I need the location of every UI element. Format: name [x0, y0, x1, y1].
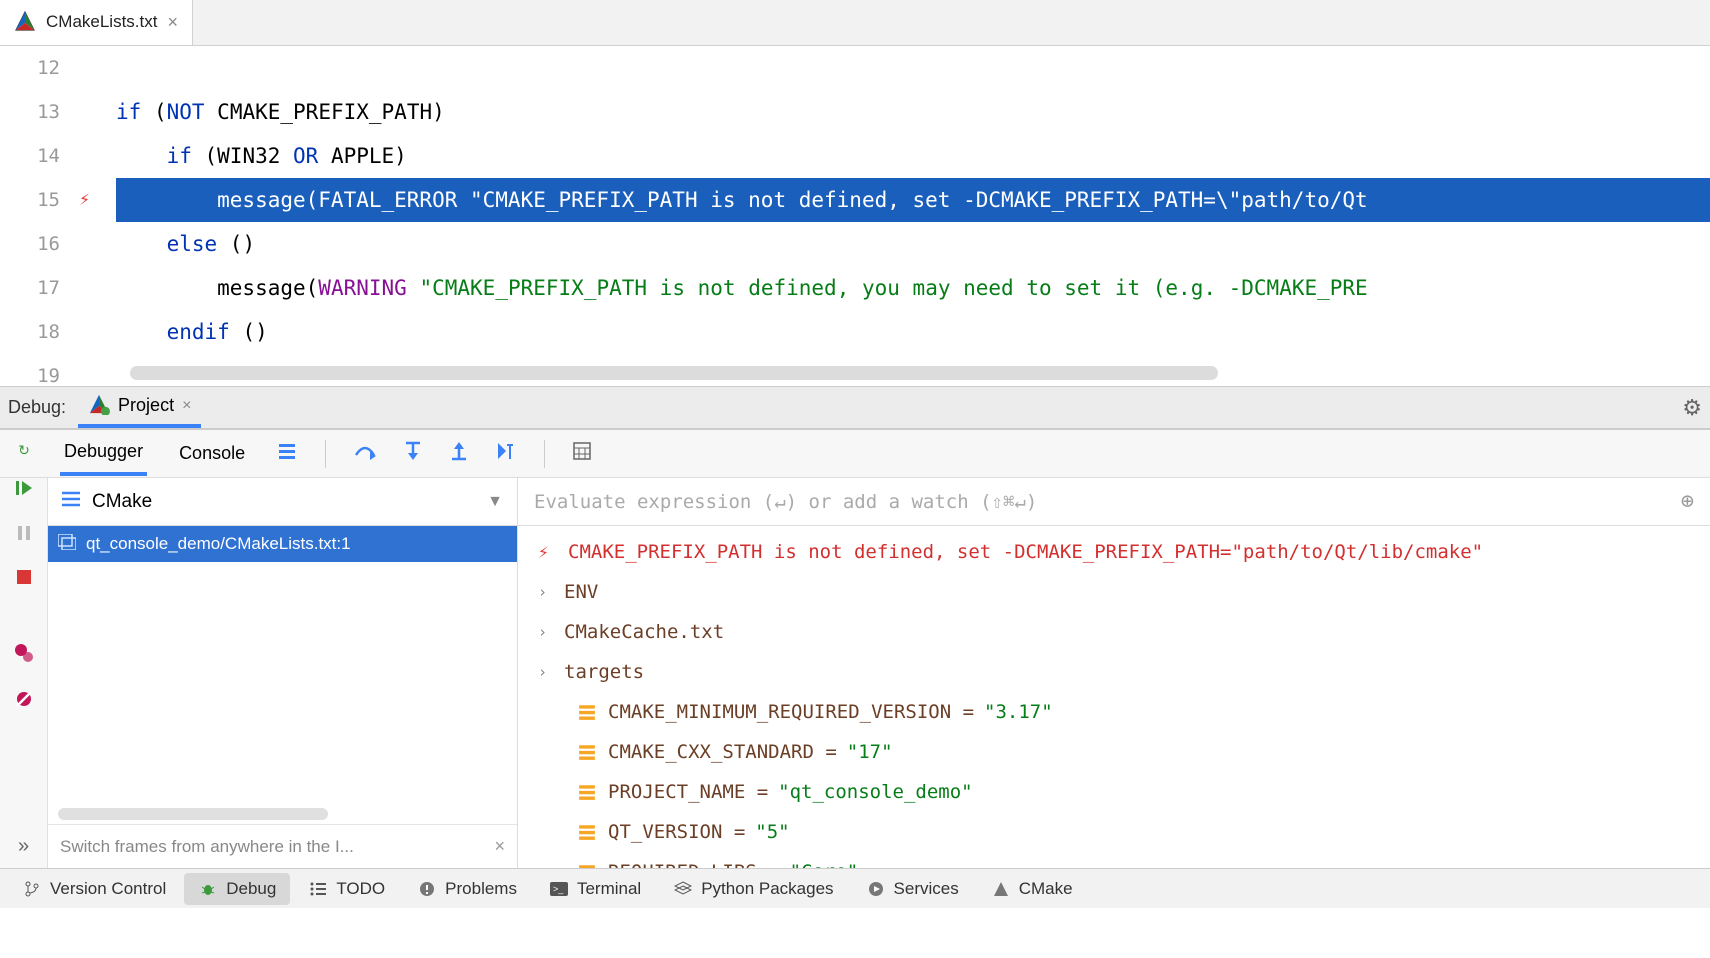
tool-debug[interactable]: Debug — [184, 873, 290, 905]
tool-version-control[interactable]: Version Control — [8, 873, 180, 905]
add-watch-icon[interactable]: ⊕ — [1681, 489, 1694, 514]
bottom-tool-bar: Version Control Debug TODO Problems >_ T… — [0, 868, 1710, 908]
frame-item[interactable]: qt_console_demo/CMakeLists.txt:1 — [48, 526, 517, 562]
stop-icon[interactable] — [16, 568, 32, 591]
stack-icon — [58, 534, 76, 555]
gear-icon[interactable]: ⚙ — [1682, 395, 1702, 421]
horizontal-scrollbar[interactable] — [58, 808, 328, 820]
cmake-icon — [991, 879, 1011, 899]
branch-icon — [22, 879, 42, 899]
tool-services[interactable]: Services — [852, 873, 973, 905]
close-icon[interactable]: × — [494, 836, 505, 857]
view-breakpoints-icon[interactable] — [14, 643, 34, 669]
list-icon — [62, 490, 80, 513]
more-icon[interactable]: » — [18, 835, 29, 858]
code-editor[interactable]: 12131415⚡16171819 if (NOT CMAKE_PREFIX_P… — [0, 46, 1710, 386]
cmake-icon — [14, 10, 36, 35]
tool-python-packages[interactable]: Python Packages — [659, 873, 847, 905]
variable-row[interactable]: CMAKE_CXX_STANDARD = "17" — [518, 732, 1710, 772]
play-icon — [866, 879, 886, 899]
tool-cmake[interactable]: CMake — [977, 873, 1087, 905]
tool-todo[interactable]: TODO — [294, 873, 399, 905]
frames-title: CMake — [92, 491, 475, 513]
tool-problems[interactable]: Problems — [403, 873, 531, 905]
debug-body: » CMake ▼ qt_console_demo/CMakeLists.txt… — [0, 478, 1710, 868]
file-tab[interactable]: CMakeLists.txt × — [0, 0, 193, 45]
svg-text:>_: >_ — [553, 884, 564, 894]
variable-row[interactable]: ›targets — [518, 652, 1710, 692]
editor-tab-bar: CMakeLists.txt × — [0, 0, 1710, 46]
variable-row[interactable]: ›ENV — [518, 572, 1710, 612]
cmake-icon — [88, 393, 110, 418]
variable-row[interactable]: ⚡CMAKE_PREFIX_PATH is not defined, set -… — [518, 532, 1710, 572]
mute-breakpoints-icon[interactable] — [14, 689, 34, 715]
gutter: 12131415⚡16171819 — [0, 46, 100, 386]
threads-icon[interactable] — [277, 441, 297, 467]
tab-title: CMakeLists.txt — [46, 12, 157, 32]
bug-icon — [198, 879, 218, 899]
frames-hint: Switch frames from anywhere in the I... … — [48, 824, 517, 868]
separator — [544, 440, 545, 468]
horizontal-scrollbar[interactable] — [130, 366, 1218, 380]
variable-row[interactable]: ›CMakeCache.txt — [518, 612, 1710, 652]
chevron-down-icon: ▼ — [487, 493, 503, 511]
code-area[interactable]: if (NOT CMAKE_PREFIX_PATH) if (WIN32 OR … — [116, 46, 1710, 386]
run-to-cursor-icon[interactable] — [496, 441, 516, 467]
debug-left-rail: » — [0, 478, 48, 868]
frame-label: qt_console_demo/CMakeLists.txt:1 — [86, 534, 351, 554]
debug-tab-title: Project — [118, 395, 174, 416]
variable-row[interactable]: QT_VERSION = "5" — [518, 812, 1710, 852]
pause-icon[interactable] — [15, 524, 33, 548]
debug-label: Debug: — [8, 397, 66, 418]
separator — [325, 440, 326, 468]
terminal-icon: >_ — [549, 879, 569, 899]
rerun-icon[interactable]: ↻ — [18, 442, 30, 459]
list-icon — [308, 879, 328, 899]
resume-icon[interactable] — [14, 478, 34, 504]
close-icon[interactable]: × — [182, 397, 191, 415]
step-out-icon[interactable] — [450, 441, 468, 467]
debug-toolbar: Debugger Console — [0, 430, 1710, 478]
eval-placeholder: Evaluate expression (↵) or add a watch (… — [534, 491, 1037, 513]
tool-terminal[interactable]: >_ Terminal — [535, 873, 655, 905]
variable-row[interactable]: CMAKE_MINIMUM_REQUIRED_VERSION = "3.17" — [518, 692, 1710, 732]
debug-session-tab[interactable]: Project × — [78, 387, 201, 428]
variables-panel: Evaluate expression (↵) or add a watch (… — [518, 478, 1710, 868]
debug-panel-header: Debug: Project × ⚙ — [0, 386, 1710, 430]
frames-dropdown[interactable]: CMake ▼ — [48, 478, 517, 526]
close-icon[interactable]: × — [167, 12, 178, 33]
variable-row[interactable]: PROJECT_NAME = "qt_console_demo" — [518, 772, 1710, 812]
packages-icon — [673, 879, 693, 899]
variable-row[interactable]: REQUIRED_LIBS = "Core" — [518, 852, 1710, 868]
evaluate-input[interactable]: Evaluate expression (↵) or add a watch (… — [518, 478, 1710, 526]
tab-console[interactable]: Console — [175, 433, 249, 474]
tab-debugger[interactable]: Debugger — [60, 431, 147, 476]
step-over-icon[interactable] — [354, 441, 376, 467]
fold-column — [100, 46, 116, 386]
calculator-icon[interactable] — [573, 442, 591, 466]
step-into-icon[interactable] — [404, 441, 422, 467]
frames-panel: CMake ▼ qt_console_demo/CMakeLists.txt:1… — [48, 478, 518, 868]
variables-list[interactable]: ⚡CMAKE_PREFIX_PATH is not defined, set -… — [518, 526, 1710, 868]
warning-icon — [417, 879, 437, 899]
